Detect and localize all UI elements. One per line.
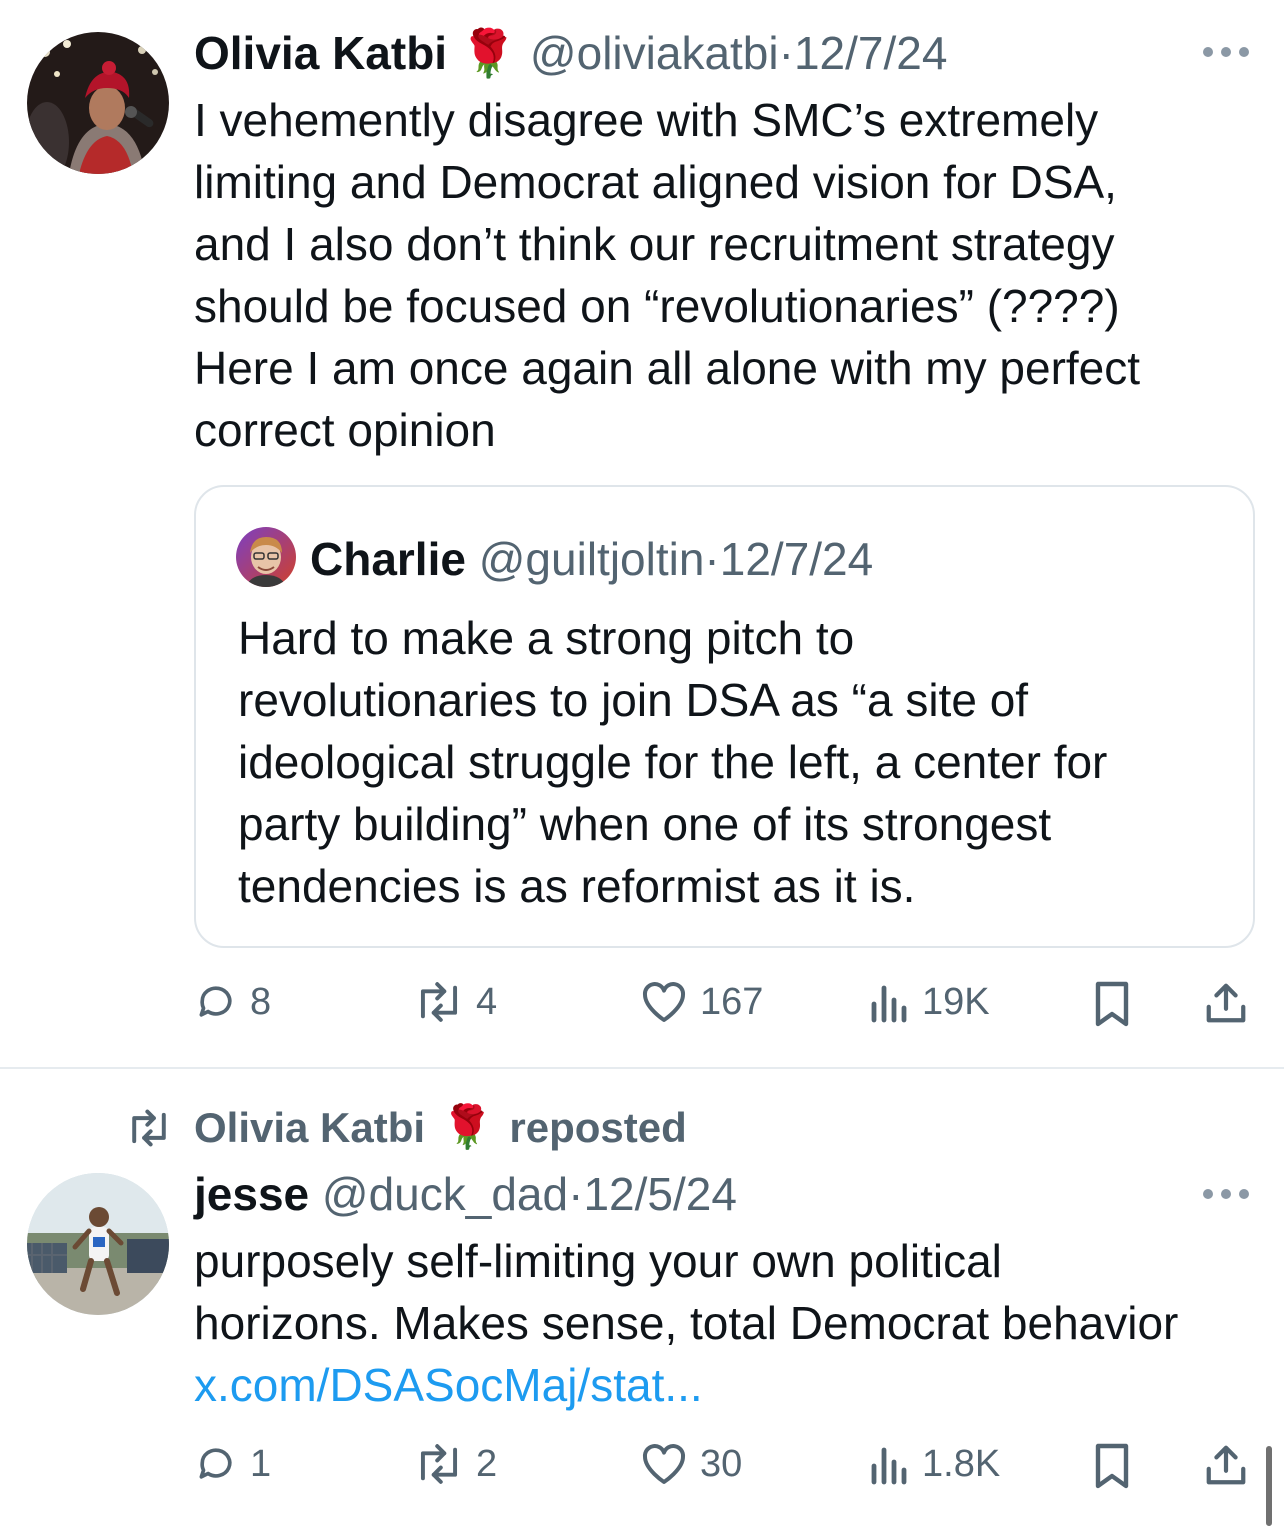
- views-button[interactable]: 19K: [870, 980, 990, 1024]
- separator: ·: [778, 27, 794, 79]
- quote-avatar: [236, 527, 296, 587]
- quote-author-handle[interactable]: @guiltjoltin: [479, 533, 705, 585]
- views-icon: [871, 1447, 907, 1485]
- quote-text-line: party building” when one of its stronges…: [238, 798, 1052, 850]
- more-icon[interactable]: [1203, 1184, 1253, 1204]
- repost-banner: Olivia Katbi 🌹 reposted: [126, 1103, 687, 1152]
- share-button[interactable]: [1203, 1442, 1249, 1488]
- more-icon[interactable]: [1203, 42, 1253, 62]
- quote-text-line: revolutionaries to join DSA as “a site o…: [238, 674, 1029, 726]
- tweet-date[interactable]: 12/7/24: [794, 27, 947, 79]
- tweet-text-line: purposely self-limiting your own politic…: [194, 1235, 1002, 1287]
- tweet-text-line: should be focused on “revolutionaries” (…: [194, 280, 1120, 332]
- separator: ·: [568, 1168, 584, 1220]
- author-handle[interactable]: @duck_dad: [322, 1168, 568, 1220]
- reply-button[interactable]: 1: [194, 1442, 271, 1486]
- reply-icon: [199, 986, 232, 1017]
- views-button[interactable]: 1.8K: [870, 1442, 1000, 1486]
- avatar[interactable]: [27, 32, 169, 174]
- bookmark-button[interactable]: [1093, 980, 1131, 1028]
- view-count: 1.8K: [922, 1442, 1001, 1485]
- reposter-name[interactable]: Olivia Katbi: [194, 1104, 425, 1152]
- tweet-header: Olivia Katbi 🌹 @oliviakatbi·12/7/24: [194, 25, 947, 81]
- quote-text-line: Hard to make a strong pitch to: [238, 612, 855, 664]
- rose-emoji: 🌹: [441, 1103, 494, 1150]
- tweet-link[interactable]: x.com/DSASocMaj/stat...: [194, 1354, 1264, 1416]
- like-button[interactable]: 30: [640, 1442, 742, 1486]
- bookmark-icon: [1095, 981, 1129, 1027]
- quoted-tweet[interactable]: Charlie @guiltjoltin·12/7/24 Hard to mak…: [194, 485, 1255, 948]
- author-handle[interactable]: @oliviakatbi: [530, 27, 779, 79]
- author-name[interactable]: Olivia Katbi: [194, 27, 447, 79]
- tweet-text-line: limiting and Democrat aligned vision for…: [194, 156, 1117, 208]
- tweet-date[interactable]: 12/5/24: [583, 1168, 736, 1220]
- tweet-text-line: Here I am once again all alone with my p…: [194, 342, 1141, 394]
- scrollbar[interactable]: [1266, 1446, 1272, 1526]
- reply-icon: [199, 1448, 232, 1479]
- repost-icon: [420, 1444, 458, 1484]
- repost-icon: [420, 982, 458, 1022]
- share-icon: [1206, 1445, 1246, 1485]
- tweet-text-line: and I also don’t think our recruitment s…: [194, 218, 1115, 270]
- repost-icon: [132, 1109, 166, 1146]
- tweet-text: purposely self-limiting your own politic…: [194, 1230, 1264, 1416]
- quote-author-name[interactable]: Charlie: [310, 533, 466, 585]
- like-button[interactable]: 167: [640, 980, 763, 1024]
- quote-text-line: ideological struggle for the left, a cen…: [238, 736, 1108, 788]
- bookmark-button[interactable]: [1093, 1442, 1131, 1490]
- reply-count: 1: [250, 1442, 272, 1485]
- repost-count: 4: [476, 980, 498, 1023]
- reposted-label: reposted: [509, 1103, 687, 1151]
- view-count: 19K: [922, 980, 990, 1023]
- repost-button[interactable]: 4: [414, 980, 497, 1024]
- share-button[interactable]: [1203, 980, 1249, 1026]
- tweet-divider: [0, 1067, 1284, 1069]
- reply-count: 8: [250, 980, 272, 1023]
- heart-icon: [642, 982, 686, 1022]
- tweet-text-line: horizons. Makes sense, total Democrat be…: [194, 1297, 1179, 1349]
- rose-emoji: 🌹: [459, 27, 518, 79]
- quote-header: Charlie @guiltjoltin·12/7/24: [310, 531, 873, 587]
- heart-icon: [642, 1444, 686, 1484]
- bookmark-icon: [1095, 1443, 1129, 1489]
- views-icon: [871, 985, 907, 1023]
- tweet-text-line: I vehemently disagree with SMC’s extreme…: [194, 94, 1099, 146]
- quote-text-line: tendencies is as reformist as it is.: [238, 860, 916, 912]
- quote-text: Hard to make a strong pitch to revolutio…: [238, 607, 1238, 917]
- separator: ·: [704, 533, 720, 585]
- like-count: 167: [700, 980, 764, 1023]
- reply-button[interactable]: 8: [194, 980, 271, 1024]
- quote-date: 12/7/24: [719, 533, 874, 585]
- tweet-text-line: correct opinion: [194, 404, 496, 456]
- avatar[interactable]: [27, 1173, 169, 1315]
- tweet-header: jesse @duck_dad·12/5/24: [194, 1166, 737, 1222]
- tweet-text: I vehemently disagree with SMC’s extreme…: [194, 89, 1264, 461]
- share-icon: [1206, 983, 1246, 1023]
- repost-count: 2: [476, 1442, 498, 1485]
- author-name[interactable]: jesse: [194, 1168, 309, 1220]
- repost-button[interactable]: 2: [414, 1442, 497, 1486]
- like-count: 30: [700, 1442, 743, 1485]
